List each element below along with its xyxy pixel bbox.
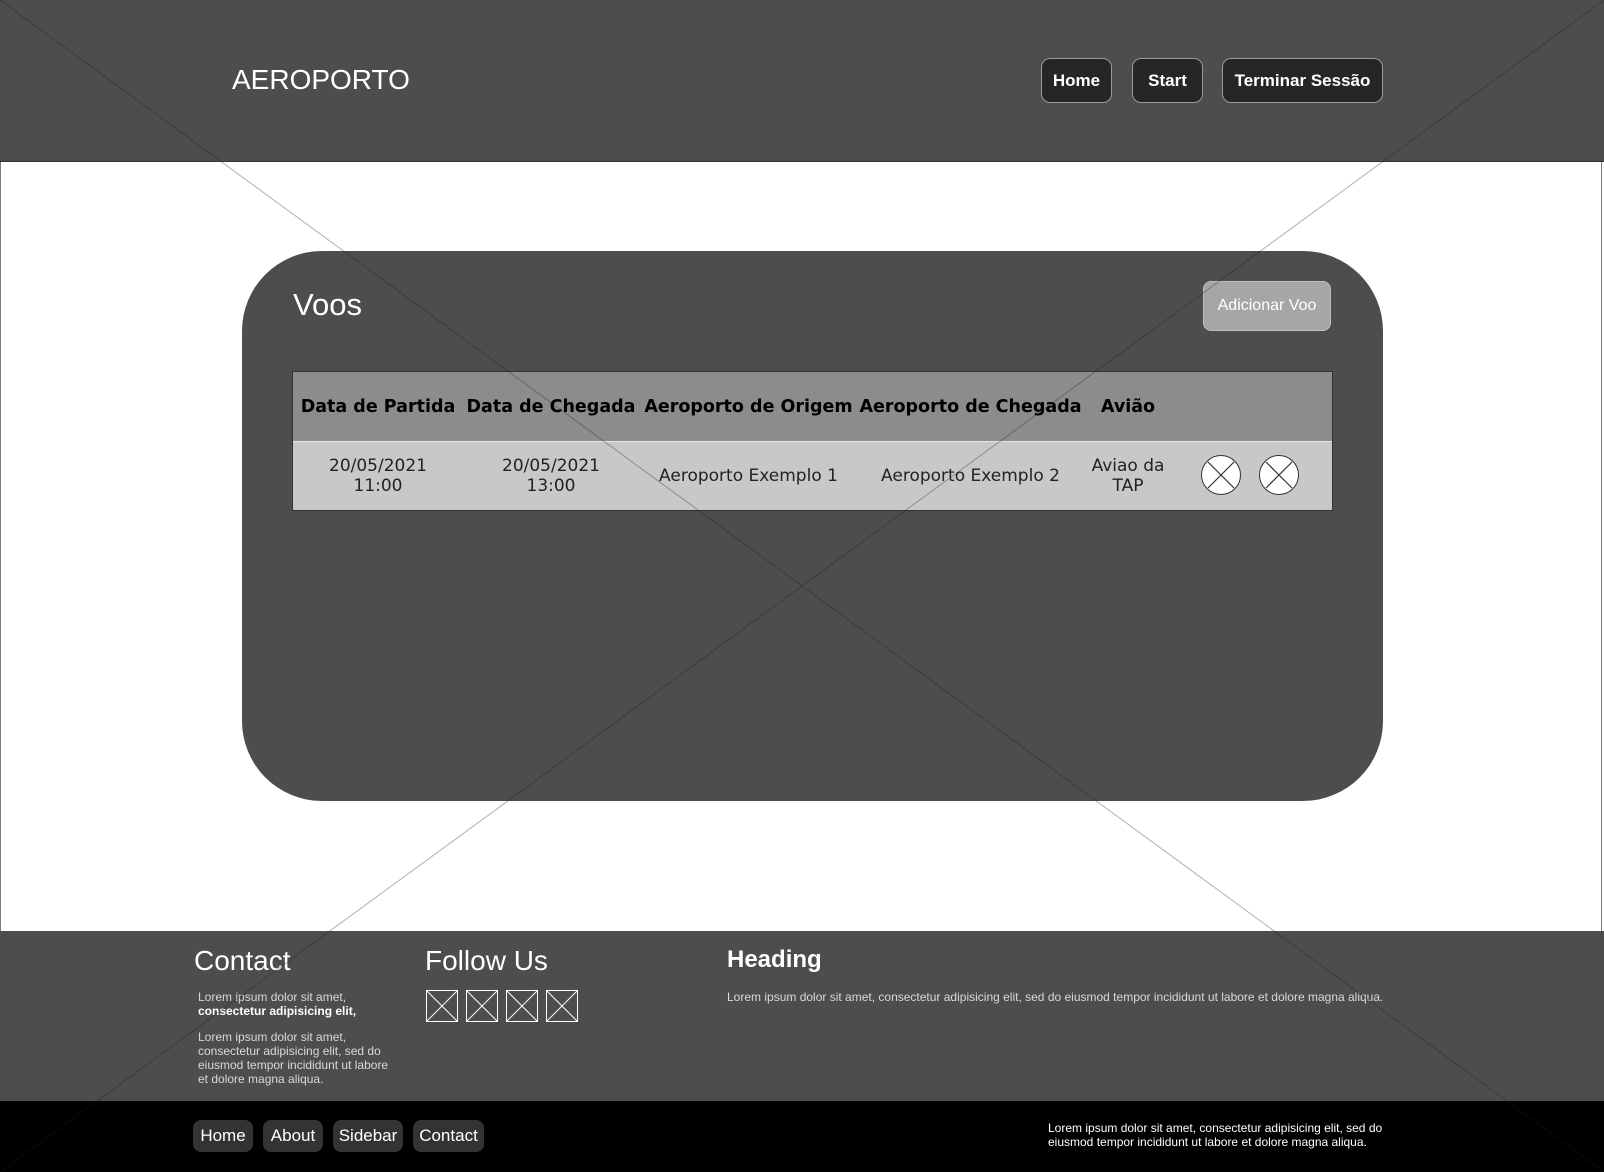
flights-panel (242, 251, 1383, 801)
add-flight-button[interactable]: Adicionar Voo (1203, 281, 1331, 331)
image-placeholder-icon[interactable] (546, 990, 578, 1022)
nav-start-button[interactable]: Start (1132, 58, 1203, 103)
footer-heading-text: Lorem ipsum dolor sit amet, consectetur … (727, 990, 1384, 1004)
footer-contact-paragraph: Lorem ipsum dolor sit amet, consectetur … (198, 1030, 389, 1086)
footer-contact-title: Contact (194, 945, 291, 976)
bottom-nav-home[interactable]: Home (193, 1120, 253, 1152)
page-title: Voos (293, 287, 362, 322)
brand-title: AEROPORTO (232, 64, 410, 95)
column-header-plane: Avião (1100, 396, 1156, 417)
column-header-destination: Aeroporto de Chegada (859, 396, 1082, 417)
bottom-text: Lorem ipsum dolor sit amet, consectetur … (1048, 1121, 1383, 1149)
cell-destination: Aeroporto Exemplo 2 (881, 466, 1060, 486)
image-placeholder-icon[interactable] (426, 990, 458, 1022)
cell-arrival: 20/05/2021 13:00 (502, 456, 600, 496)
bottom-nav-contact[interactable]: Contact (413, 1120, 484, 1152)
cell-plane: Aviao da TAP (1091, 456, 1165, 496)
header: AEROPORTO Home Start Terminar Sessão (0, 0, 1604, 162)
nav-home-button[interactable]: Home (1041, 58, 1112, 103)
flights-table: Data de Partida Data de Chegada Aeroport… (292, 371, 1333, 511)
footer-contact-line: Lorem ipsum dolor sit amet, consectetur … (198, 990, 357, 1018)
circle-x-icon[interactable] (1201, 455, 1241, 495)
cell-departure: 20/05/2021 11:00 (329, 456, 427, 496)
column-header-arrival: Data de Chegada (466, 396, 636, 417)
table-header: Data de Partida Data de Chegada Aeroport… (293, 372, 1332, 441)
logout-button[interactable]: Terminar Sessão (1222, 58, 1383, 103)
bottom-nav-sidebar[interactable]: Sidebar (333, 1120, 403, 1152)
cell-origin: Aeroporto Exemplo 1 (659, 466, 838, 486)
table-row: 20/05/2021 11:00 20/05/2021 13:00 Aeropo… (293, 441, 1332, 510)
bottom-nav-about[interactable]: About (263, 1120, 323, 1152)
column-header-origin: Aeroporto de Origem (644, 396, 853, 417)
footer-follow-title: Follow Us (425, 945, 548, 976)
column-header-departure: Data de Partida (300, 396, 456, 417)
image-placeholder-icon[interactable] (506, 990, 538, 1022)
footer-heading-title: Heading (727, 946, 822, 973)
circle-x-icon[interactable] (1259, 455, 1299, 495)
image-placeholder-icon[interactable] (466, 990, 498, 1022)
